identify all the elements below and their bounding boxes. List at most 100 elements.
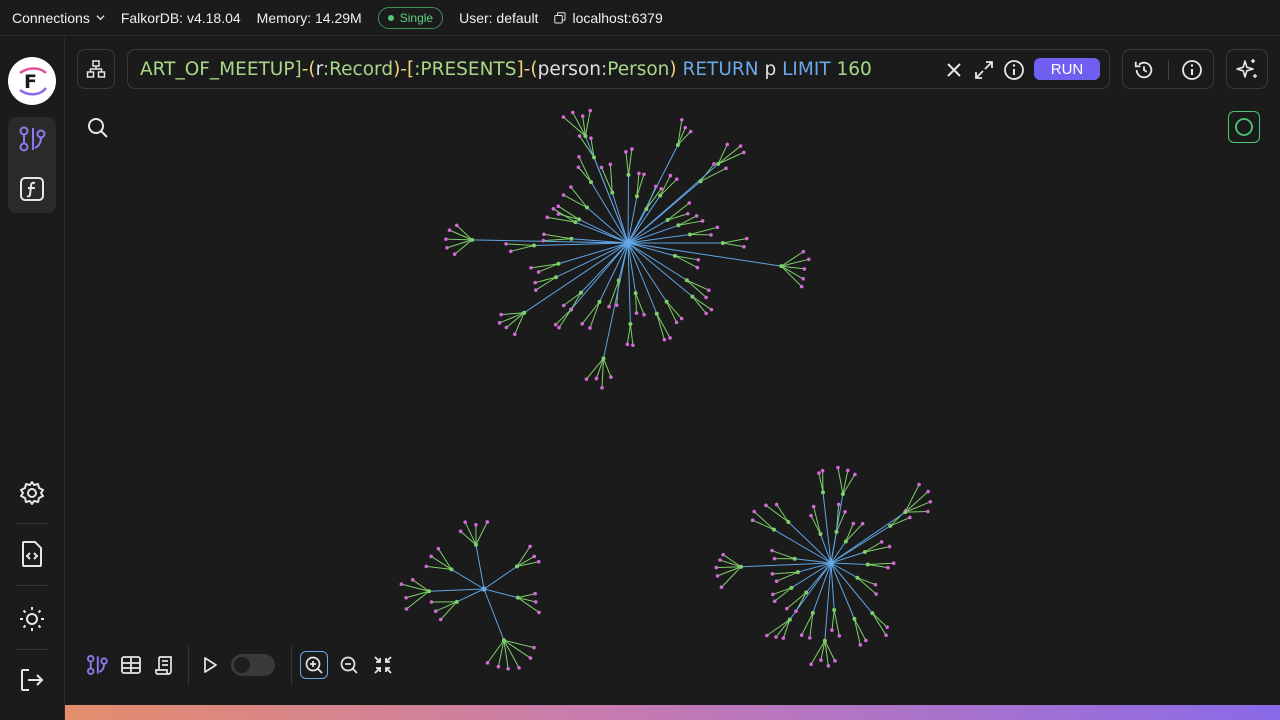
graph-node[interactable]	[709, 307, 714, 312]
graph-node[interactable]	[447, 228, 452, 232]
graph-node[interactable]	[822, 638, 827, 643]
graph-node[interactable]	[855, 575, 860, 580]
graph-edge[interactable]	[845, 523, 864, 542]
graph-edge[interactable]	[446, 239, 473, 249]
graph-edge[interactable]	[456, 588, 485, 603]
graph-edge[interactable]	[766, 619, 791, 636]
graph-node[interactable]	[926, 509, 930, 514]
graph-edge[interactable]	[555, 242, 629, 278]
graph-node[interactable]	[886, 565, 890, 570]
graph-node[interactable]	[570, 110, 575, 115]
graph-node[interactable]	[625, 342, 630, 347]
graph-node[interactable]	[642, 312, 646, 317]
graph-node[interactable]	[860, 521, 865, 526]
graph-node[interactable]	[865, 562, 870, 567]
graph-edge[interactable]	[830, 562, 858, 579]
graph-edge[interactable]	[517, 593, 536, 599]
graph-node[interactable]	[410, 578, 415, 582]
graph-node[interactable]	[608, 162, 613, 167]
graph-node[interactable]	[532, 645, 536, 650]
graph-node[interactable]	[874, 592, 878, 596]
graph-node[interactable]	[716, 161, 721, 166]
graph-edge[interactable]	[543, 238, 572, 242]
graph-node[interactable]	[637, 171, 641, 176]
graph-node[interactable]	[806, 257, 811, 262]
graph-node[interactable]	[779, 264, 784, 269]
graph-node[interactable]	[463, 520, 467, 524]
graph-edge[interactable]	[483, 588, 519, 599]
graph-edge[interactable]	[510, 245, 535, 252]
graph-node[interactable]	[664, 299, 669, 304]
graph-node[interactable]	[504, 242, 508, 246]
graph-edge[interactable]	[557, 205, 580, 220]
graph-edge[interactable]	[837, 467, 844, 495]
graph-node[interactable]	[836, 502, 841, 507]
graph-node[interactable]	[485, 661, 490, 665]
graph-node[interactable]	[580, 114, 585, 118]
metadata-view-tab[interactable]	[152, 652, 178, 678]
graph-node[interactable]	[436, 546, 441, 551]
graph-edge[interactable]	[890, 517, 911, 527]
graph-node[interactable]	[614, 303, 619, 307]
graph-node[interactable]	[696, 258, 701, 262]
graph-node[interactable]	[709, 233, 713, 237]
graph-edge[interactable]	[454, 239, 473, 255]
graph-edge[interactable]	[853, 618, 861, 645]
graph-edge[interactable]	[503, 639, 535, 649]
graph-node[interactable]	[801, 249, 806, 254]
graph-node[interactable]	[707, 288, 711, 293]
graph-node[interactable]	[533, 591, 537, 596]
graph-edge[interactable]	[656, 313, 671, 339]
graph-edge[interactable]	[535, 276, 557, 291]
graph-node[interactable]	[515, 595, 520, 600]
graph-edge[interactable]	[686, 279, 710, 291]
graph-edge[interactable]	[905, 511, 928, 513]
graph-edge[interactable]	[719, 559, 742, 568]
graph-node[interactable]	[433, 609, 438, 614]
graph-node[interactable]	[781, 636, 786, 640]
graph-node[interactable]	[926, 489, 930, 494]
graph-node[interactable]	[719, 585, 724, 590]
graph-node[interactable]	[809, 662, 813, 667]
graph-node[interactable]	[683, 125, 688, 130]
graph-node[interactable]	[576, 165, 581, 170]
graph-node[interactable]	[653, 184, 658, 189]
graph-node[interactable]	[771, 527, 776, 532]
graph-node[interactable]	[676, 223, 681, 228]
graph-node[interactable]	[672, 253, 677, 258]
graph-node[interactable]	[665, 218, 670, 223]
graph-edge[interactable]	[627, 174, 630, 244]
graph-node[interactable]	[917, 482, 921, 487]
graph-node[interactable]	[818, 532, 823, 537]
graph-node[interactable]	[675, 142, 680, 147]
graph-node[interactable]	[774, 502, 779, 507]
graph-edge[interactable]	[867, 564, 889, 569]
graph-edge[interactable]	[445, 238, 473, 241]
graph-node[interactable]	[589, 136, 593, 140]
graph-node[interactable]	[616, 278, 621, 283]
graph-node[interactable]	[826, 664, 831, 668]
graph-node[interactable]	[685, 211, 690, 216]
graph-edge[interactable]	[584, 135, 629, 244]
graph-node[interactable]	[424, 564, 429, 569]
graph-node[interactable]	[714, 565, 719, 570]
graph-edge[interactable]	[813, 506, 821, 535]
graph-node[interactable]	[888, 523, 893, 528]
graph-node[interactable]	[715, 574, 720, 578]
graph-node[interactable]	[509, 249, 513, 254]
graph-node[interactable]	[536, 559, 541, 564]
graph-node[interactable]	[679, 316, 684, 321]
graph-node[interactable]	[399, 582, 404, 586]
graph-node[interactable]	[809, 513, 813, 518]
graph-node[interactable]	[452, 252, 457, 256]
graph-node[interactable]	[534, 288, 538, 292]
graph-node[interactable]	[725, 142, 730, 147]
graph-edge[interactable]	[867, 562, 894, 566]
graph-node[interactable]	[556, 212, 561, 216]
graph-node[interactable]	[427, 589, 432, 594]
graph-node[interactable]	[770, 572, 775, 576]
zoom-out-button[interactable]	[336, 652, 362, 678]
graph-edge[interactable]	[535, 276, 557, 284]
graph-node[interactable]	[533, 280, 537, 285]
graph-edge[interactable]	[627, 242, 658, 314]
